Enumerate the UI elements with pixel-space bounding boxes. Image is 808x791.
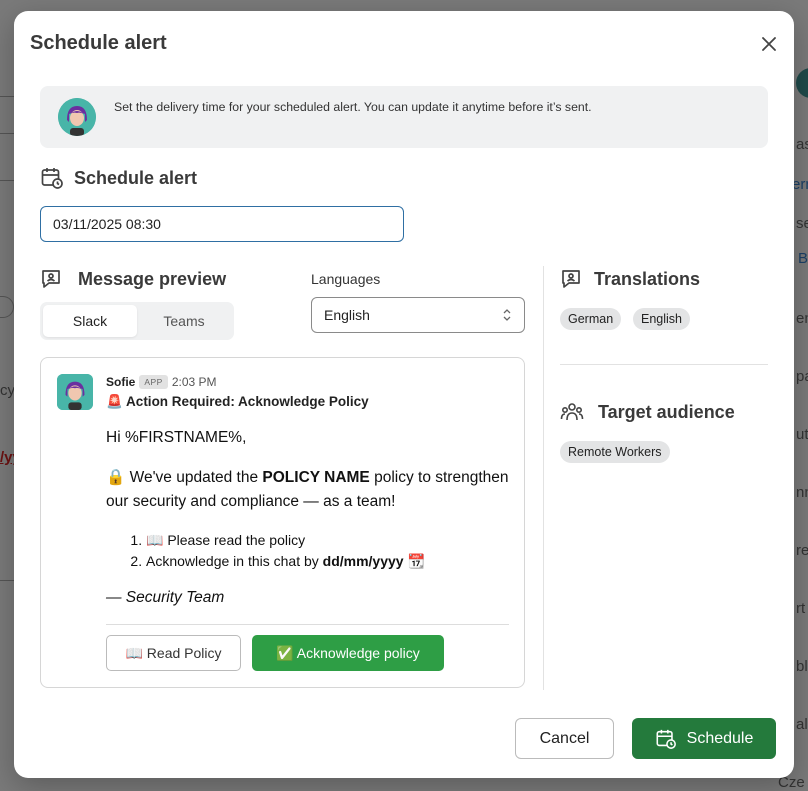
backdrop-avatar bbox=[796, 68, 808, 98]
schedule-section-title: Schedule alert bbox=[74, 167, 198, 188]
backdrop-text: se bbox=[796, 215, 808, 232]
backdrop-link: B bbox=[798, 250, 808, 267]
avatar-illustration-icon bbox=[57, 374, 93, 410]
message-steps: 📖 Please read the policy Acknowledge in … bbox=[146, 530, 511, 572]
languages-label: Languages bbox=[311, 271, 381, 287]
preview-section-heading: Message preview bbox=[40, 268, 226, 290]
backdrop-text: rt bbox=[796, 600, 806, 617]
sender-avatar bbox=[57, 374, 93, 410]
cancel-button[interactable]: Cancel bbox=[515, 718, 614, 759]
users-icon bbox=[560, 403, 584, 421]
schedule-section-heading: Schedule alert bbox=[40, 166, 197, 190]
message-body: Hi %FIRSTNAME%, 🔒 We've updated the POLI… bbox=[106, 426, 511, 626]
message-time: 2:03 PM bbox=[171, 375, 217, 389]
message-preview-icon bbox=[562, 270, 580, 288]
backdrop-text: nn bbox=[796, 484, 808, 501]
translations-section-title: Translations bbox=[594, 268, 701, 289]
list-item: 📖 Please read the policy bbox=[146, 530, 511, 551]
info-text: Set the delivery time for your scheduled… bbox=[114, 100, 592, 114]
chevron-up-down-icon bbox=[503, 309, 511, 321]
policy-name: POLICY NAME bbox=[262, 469, 370, 486]
section-divider bbox=[560, 364, 768, 365]
deadline-placeholder: dd/mm/yyyy bbox=[322, 553, 404, 569]
schedule-datetime-input[interactable] bbox=[40, 206, 404, 242]
info-banner: Set the delivery time for your scheduled… bbox=[40, 86, 768, 148]
list-item: Acknowledge in this chat by dd/mm/yyyy 📆 bbox=[146, 551, 511, 572]
message-subject: 🚨 Action Required: Acknowledge Policy bbox=[106, 394, 369, 409]
platform-toggle: Slack Teams bbox=[40, 302, 234, 340]
backdrop-text: en bbox=[796, 310, 808, 327]
preview-section-title: Message preview bbox=[78, 268, 227, 289]
backdrop-text: ase bbox=[796, 136, 808, 153]
close-icon bbox=[762, 37, 776, 51]
backdrop-divider bbox=[0, 96, 14, 97]
translation-chip-german[interactable]: German bbox=[560, 308, 622, 330]
backdrop-text: cy bbox=[0, 382, 15, 399]
translations-section-heading: Translations bbox=[560, 268, 700, 290]
backdrop-text: blis bbox=[796, 658, 808, 675]
modal-title: Schedule alert bbox=[30, 32, 167, 54]
step-text-end: 📆 bbox=[403, 553, 425, 569]
audience-section-title: Target audience bbox=[598, 401, 735, 422]
tab-teams[interactable]: Teams bbox=[137, 305, 231, 337]
backdrop-text: uto bbox=[796, 426, 808, 443]
app-badge: APP bbox=[139, 375, 168, 389]
message-divider bbox=[106, 624, 509, 625]
sender-line: Sofie APP 2:03 PM bbox=[106, 375, 217, 389]
close-button[interactable] bbox=[758, 33, 780, 55]
language-select[interactable]: English bbox=[311, 297, 525, 333]
backdrop-divider bbox=[0, 580, 14, 581]
backdrop-text: pa bbox=[796, 368, 808, 385]
translation-chip-english[interactable]: English bbox=[633, 308, 690, 330]
backdrop-text: red bbox=[796, 542, 808, 559]
schedule-alert-modal: Schedule alert Set the delivery time for… bbox=[14, 11, 794, 778]
read-policy-button[interactable]: 📖 Read Policy bbox=[106, 635, 241, 671]
backdrop-text: alia bbox=[796, 716, 808, 733]
backdrop-link: ern bbox=[792, 176, 808, 193]
message-preview-icon bbox=[42, 270, 60, 288]
schedule-button[interactable]: Schedule bbox=[632, 718, 776, 759]
audience-chip[interactable]: Remote Workers bbox=[560, 441, 670, 463]
backdrop-control bbox=[0, 296, 14, 318]
message-signoff: — Security Team bbox=[106, 589, 225, 606]
sender-name: Sofie bbox=[106, 375, 136, 389]
avatar-illustration-icon bbox=[58, 98, 96, 136]
intro-text: 🔒 We've updated the bbox=[106, 469, 263, 486]
schedule-button-label: Schedule bbox=[686, 729, 754, 747]
acknowledge-policy-button[interactable]: ✅ Acknowledge policy bbox=[252, 635, 444, 671]
backdrop-divider bbox=[0, 133, 14, 134]
step-text: Acknowledge in this chat by bbox=[146, 553, 323, 569]
message-preview-card: Sofie APP 2:03 PM 🚨 Action Required: Ack… bbox=[40, 357, 525, 688]
message-intro: 🔒 We've updated the POLICY NAME policy t… bbox=[106, 466, 511, 514]
calendar-clock-icon bbox=[41, 168, 63, 189]
tab-slack[interactable]: Slack bbox=[43, 305, 137, 337]
audience-section-heading: Target audience bbox=[560, 401, 735, 423]
language-select-value: English bbox=[324, 307, 370, 323]
assistant-avatar bbox=[58, 98, 96, 136]
backdrop-divider bbox=[0, 180, 14, 181]
message-greeting: Hi %FIRSTNAME%, bbox=[106, 429, 247, 446]
calendar-clock-icon bbox=[656, 729, 676, 749]
column-divider bbox=[543, 266, 544, 690]
